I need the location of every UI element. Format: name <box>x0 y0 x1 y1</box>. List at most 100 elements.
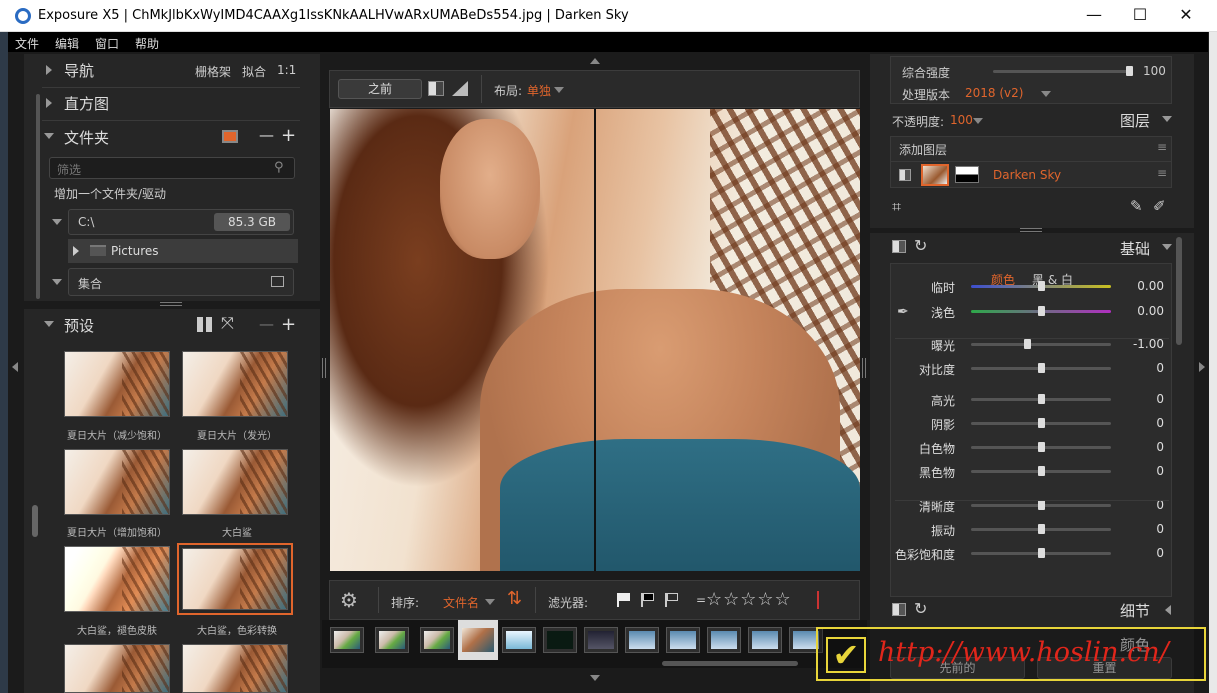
drive-row[interactable]: C:\ 85.3 GB <box>68 209 294 235</box>
add-folder-link[interactable]: 增加一个文件夹/驱动 <box>54 185 166 202</box>
expand-pictures-icon[interactable] <box>73 246 79 256</box>
preset-thumb[interactable] <box>64 449 170 515</box>
before-button[interactable]: 之前 <box>338 79 422 99</box>
slider-knob[interactable] <box>1038 394 1045 404</box>
add-layer-button[interactable]: 添加图层 <box>899 141 947 158</box>
layer-menu-icon[interactable]: ≡ <box>1157 166 1167 180</box>
menu-icon[interactable]: ≡ <box>1157 140 1167 154</box>
filter-input[interactable]: 筛选 ⚲ <box>49 157 295 179</box>
collapse-bottom-icon[interactable] <box>590 675 600 681</box>
film-thumb[interactable] <box>375 627 409 653</box>
sort-select[interactable]: 文件名 <box>443 594 479 611</box>
panel-splitter[interactable] <box>160 302 182 306</box>
preset-thumb[interactable] <box>64 546 170 612</box>
expand-histogram-icon[interactable] <box>46 98 52 108</box>
basic-title[interactable]: 基础 <box>1120 238 1150 259</box>
main-image[interactable] <box>330 109 860 571</box>
collapse-top-icon[interactable] <box>590 58 600 64</box>
slider-knob[interactable] <box>1038 548 1045 558</box>
film-thumb[interactable] <box>330 627 364 653</box>
collapse-right-icon[interactable] <box>1199 362 1205 372</box>
menu-file[interactable]: 文件 <box>15 35 39 52</box>
collapse-folders-icon[interactable] <box>44 133 54 139</box>
split-line[interactable] <box>594 109 596 571</box>
slider-knob[interactable] <box>1038 442 1045 452</box>
flag-pick-icon[interactable] <box>617 593 631 607</box>
scrollbar[interactable] <box>1176 237 1182 345</box>
collapse-all-icon[interactable]: ⤧ <box>221 313 234 333</box>
collapse-presets-icon[interactable] <box>44 321 54 327</box>
detail-reset-icon[interactable]: ↻ <box>914 599 927 618</box>
collapse-left-icon[interactable] <box>12 362 18 372</box>
nav-1to1-button[interactable]: 1:1 <box>277 63 296 77</box>
slider-knob[interactable] <box>1038 363 1045 373</box>
detail-expand-icon[interactable] <box>1165 605 1171 615</box>
nav-fit-button[interactable]: 拟合 <box>242 63 266 80</box>
layer-thumb[interactable] <box>921 164 949 186</box>
left-splitter[interactable] <box>322 358 326 378</box>
layer-name[interactable]: Darken Sky <box>993 168 1061 182</box>
slider-knob[interactable] <box>1038 466 1045 476</box>
nav-title[interactable]: 导航 <box>64 60 94 81</box>
folders-title[interactable]: 文件夹 <box>64 127 109 148</box>
right-panel-splitter[interactable] <box>1020 228 1042 232</box>
layer-visibility-icon[interactable] <box>899 169 911 181</box>
slider-track[interactable] <box>971 343 1111 346</box>
collections-icon[interactable] <box>271 276 284 287</box>
menu-edit[interactable]: 编辑 <box>55 35 79 52</box>
film-thumb[interactable] <box>420 627 454 653</box>
collapse-collections-icon[interactable] <box>52 279 62 285</box>
import-folder-icon[interactable] <box>222 130 238 143</box>
slider-knob[interactable] <box>1038 418 1045 428</box>
film-thumb[interactable] <box>502 627 536 653</box>
remove-preset-button[interactable]: — <box>259 315 274 333</box>
preset-thumb[interactable] <box>182 644 288 693</box>
folder-pictures-row[interactable]: Pictures <box>68 239 298 263</box>
basic-reset-icon[interactable]: ↻ <box>914 236 927 255</box>
eraser-brush-icon[interactable]: ✎ <box>1130 197 1143 215</box>
basic-collapse-icon[interactable] <box>1162 244 1172 250</box>
wedge-view-icon[interactable] <box>452 81 468 96</box>
histogram-title[interactable]: 直方图 <box>64 93 109 114</box>
add-preset-button[interactable]: + <box>281 314 296 335</box>
version-select[interactable]: 2018 (v2) <box>965 86 1023 100</box>
split-view-icon[interactable] <box>428 81 444 96</box>
slider-knob[interactable] <box>1038 524 1045 534</box>
preset-thumb[interactable] <box>182 449 288 515</box>
slider-knob[interactable] <box>1038 281 1045 291</box>
slider-knob[interactable] <box>1038 306 1045 316</box>
sort-order-icon[interactable]: ⇅ <box>507 588 522 609</box>
opacity-select[interactable]: 100 <box>950 113 973 127</box>
slider-knob[interactable] <box>1038 500 1045 510</box>
version-dropdown-icon[interactable] <box>1041 91 1051 97</box>
scrollbar[interactable] <box>36 94 40 299</box>
close-button[interactable]: ✕ <box>1163 0 1209 32</box>
opacity-dropdown-icon[interactable] <box>973 118 983 124</box>
minimize-button[interactable]: — <box>1071 0 1117 32</box>
scrollbar[interactable] <box>32 505 38 537</box>
film-thumb[interactable] <box>707 627 741 653</box>
film-thumb[interactable] <box>666 627 700 653</box>
presets-title[interactable]: 预设 <box>64 315 94 336</box>
preset-thumb-selected[interactable] <box>177 543 293 615</box>
add-folder-button[interactable]: + <box>281 125 296 146</box>
crop-icon[interactable]: ⌗ <box>892 197 901 217</box>
detail-title[interactable]: 细节 <box>1120 600 1150 621</box>
film-thumb[interactable] <box>748 627 782 653</box>
film-thumb[interactable] <box>584 627 618 653</box>
flag-reject-icon[interactable] <box>641 593 655 607</box>
film-thumb-selected[interactable] <box>458 620 498 660</box>
flag-none-icon[interactable] <box>665 593 679 607</box>
expand-nav-icon[interactable] <box>46 65 52 75</box>
layout-dropdown-icon[interactable] <box>554 87 564 93</box>
preset-thumb[interactable] <box>182 351 288 417</box>
color-label-icon[interactable] <box>817 591 819 609</box>
collapse-drive-icon[interactable] <box>52 219 62 225</box>
layers-collapse-icon[interactable] <box>1162 116 1172 122</box>
filmstrip-scrollbar[interactable] <box>662 661 798 666</box>
preset-thumb[interactable] <box>64 351 170 417</box>
star-rating-filter[interactable]: ☆☆☆☆☆ <box>706 589 792 610</box>
nav-grid-button[interactable]: 栅格架 <box>195 63 231 80</box>
slider-knob[interactable] <box>1024 339 1031 349</box>
layout-select[interactable]: 单独 <box>527 82 551 99</box>
